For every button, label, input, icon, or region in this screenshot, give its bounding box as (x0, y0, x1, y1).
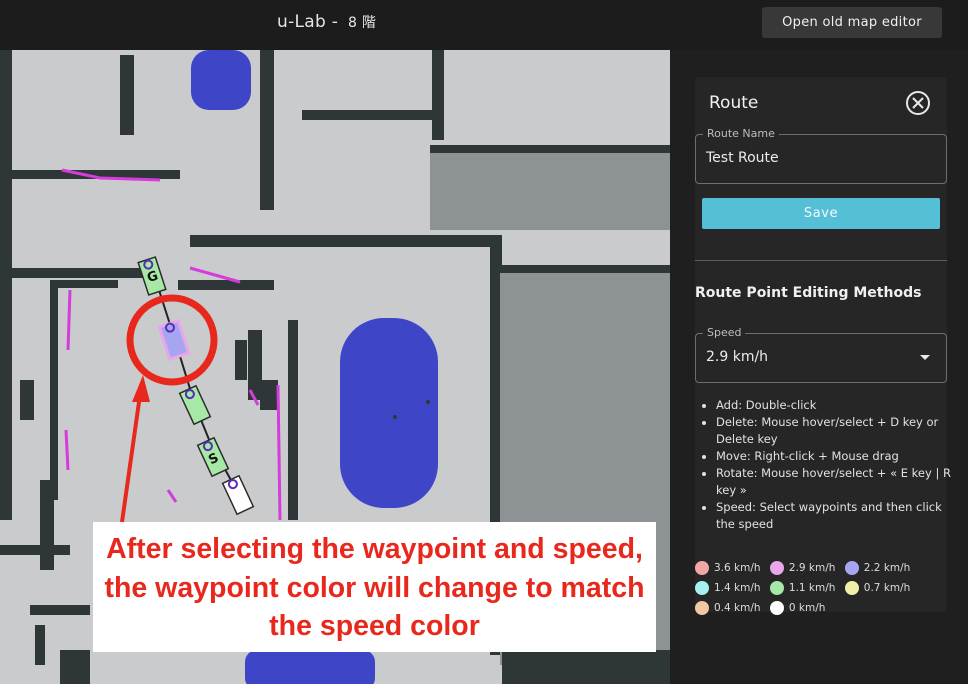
legend-label: 0 km/h (788, 602, 826, 614)
speed-label: Speed (703, 326, 746, 339)
speed-dot-icon (769, 561, 784, 575)
legend-label: 2.2 km/h (863, 562, 911, 574)
speed-legend: 3.6 km/h 2.9 km/h 2.2 km/h 1.4 km/h 1.1 … (695, 558, 945, 618)
instruction-speed: Speed: Select waypoints and then click t… (716, 499, 961, 533)
speed-dot-icon (844, 581, 859, 595)
divider (695, 260, 947, 261)
route-name-field[interactable]: Route Name Test Route (695, 127, 947, 184)
floor-label: 8 階 (347, 15, 377, 31)
close-icon[interactable] (906, 91, 930, 115)
instruction-add: Add: Double-click (716, 397, 961, 414)
section-title: Route Point Editing Methods (695, 285, 922, 301)
speed-value: 2.9 km/h (706, 349, 769, 365)
speed-dot-icon (844, 561, 859, 575)
app-title: u-Lab - 8 階 (277, 12, 376, 32)
top-bar: u-Lab - 8 階 Open old map editor (0, 0, 968, 50)
instruction-delete: Delete: Mouse hover/select + D key or De… (716, 414, 961, 448)
legend-label: 2.9 km/h (788, 562, 836, 574)
legend-item[interactable]: 3.6 km/h (695, 558, 761, 578)
legend-item[interactable]: 0.7 km/h (844, 578, 911, 598)
speed-dot-icon (769, 601, 784, 615)
instruction-rotate: Rotate: Mouse hover/select + « E key | R… (716, 465, 961, 499)
legend-item[interactable]: 1.4 km/h (695, 578, 761, 598)
speed-dot-icon (695, 561, 709, 575)
annotation-text: After selecting the waypoint and speed, … (104, 533, 645, 642)
legend-item[interactable]: 2.2 km/h (844, 558, 911, 578)
save-button[interactable]: Save (702, 198, 940, 229)
route-name-input[interactable]: Test Route (706, 150, 779, 166)
route-name-label: Route Name (703, 127, 779, 140)
app-name: u-Lab - (277, 12, 339, 32)
instruction-move: Move: Right-click + Mouse drag (716, 448, 961, 465)
annotation-callout: After selecting the waypoint and speed, … (93, 522, 656, 652)
legend-label: 1.1 km/h (788, 582, 836, 594)
speed-select[interactable]: Speed 2.9 km/h (695, 326, 947, 383)
legend-label: 1.4 km/h (714, 582, 761, 594)
instructions-list: Add: Double-click Delete: Mouse hover/se… (698, 397, 961, 533)
legend-label: 3.6 km/h (714, 562, 761, 574)
chevron-down-icon[interactable] (920, 355, 930, 360)
legend-item[interactable]: 0 km/h (769, 598, 826, 618)
legend-item[interactable]: 1.1 km/h (769, 578, 836, 598)
legend-item[interactable]: 2.9 km/h (769, 558, 836, 578)
speed-dot-icon (695, 601, 709, 615)
speed-dot-icon (769, 581, 784, 595)
legend-label: 0.7 km/h (863, 582, 911, 594)
legend-item[interactable]: 0.4 km/h (695, 598, 761, 618)
speed-dot-icon (695, 581, 709, 595)
open-old-map-editor-button[interactable]: Open old map editor (762, 7, 942, 38)
legend-label: 0.4 km/h (714, 602, 761, 614)
route-panel-title: Route (709, 93, 759, 113)
